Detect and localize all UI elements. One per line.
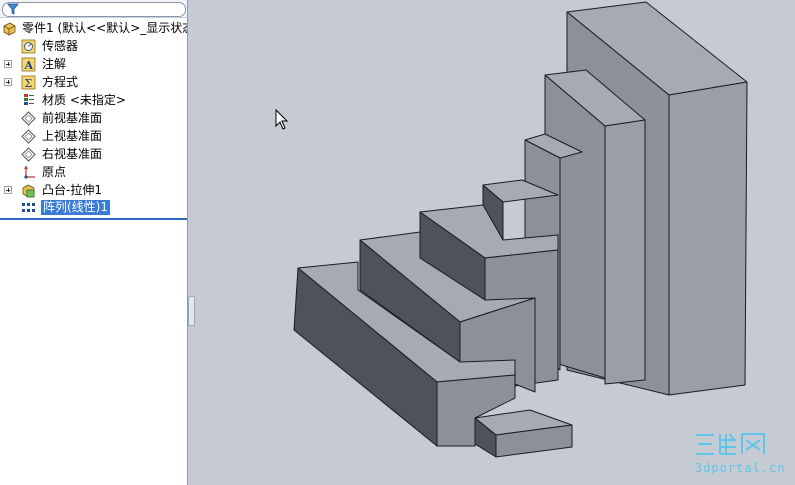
- tree-root-part[interactable]: 零件1 (默认<<默认>_显示状态: [0, 20, 187, 37]
- graphics-viewport[interactable]: [188, 0, 795, 485]
- expand-toggle[interactable]: [4, 78, 12, 86]
- tree-item-top-plane[interactable]: 上视基准面: [0, 128, 187, 145]
- annotation-icon: A: [21, 57, 36, 72]
- plane-icon: [21, 147, 36, 162]
- tree-item-sensors[interactable]: 传感器: [0, 38, 187, 55]
- tree-item-label: 右视基准面: [42, 147, 103, 161]
- tree-item-label: 方程式: [42, 75, 79, 89]
- tree-item-right-plane[interactable]: 右视基准面: [0, 146, 187, 163]
- model-face: [604, 119, 646, 385]
- tree-item-label-selected: 阵列(线性)1: [41, 200, 110, 215]
- tree-item-equations[interactable]: Σ 方程式: [0, 74, 187, 91]
- plane-icon: [21, 111, 36, 126]
- linear-pattern-icon: [22, 203, 35, 212]
- tree-item-label: 上视基准面: [42, 129, 103, 143]
- tree-item-material[interactable]: 材质 <未指定>: [0, 92, 187, 109]
- mouse-cursor-icon: [275, 108, 289, 130]
- extrude-icon: [22, 184, 35, 198]
- watermark-logo: [696, 433, 765, 455]
- tree-item-label: 前视基准面: [42, 111, 103, 125]
- sensor-icon: [21, 39, 36, 54]
- tree-item-annotations[interactable]: A 注解: [0, 56, 187, 73]
- feature-manager-tree: 零件1 (默认<<默认>_显示状态 传感器 A 注解 Σ 方程式 材质 <未指定…: [0, 0, 188, 485]
- tree-item-origin[interactable]: 原点: [0, 164, 187, 181]
- tree-item-label: 传感器: [42, 39, 79, 53]
- filter-icon[interactable]: [7, 3, 19, 15]
- panel-divider[interactable]: [0, 218, 187, 220]
- model-face: [668, 81, 748, 396]
- part-icon: [3, 22, 16, 36]
- tree-item-front-plane[interactable]: 前视基准面: [0, 110, 187, 127]
- tree-item-label: 原点: [42, 165, 67, 179]
- material-icon: [24, 94, 34, 105]
- expand-toggle[interactable]: [4, 60, 12, 68]
- plane-icon: [21, 129, 36, 144]
- tree-item-linear-pattern[interactable]: 阵列(线性)1: [0, 199, 187, 216]
- svg-text:A: A: [24, 59, 34, 72]
- tree-item-label: 材质 <未指定>: [42, 93, 126, 107]
- filter-bar: [0, 0, 187, 18]
- svg-text:Σ: Σ: [25, 77, 33, 90]
- filter-input[interactable]: [2, 2, 186, 17]
- equation-icon: Σ: [21, 75, 36, 90]
- tree-item-boss-extrude[interactable]: 凸台-拉伸1: [0, 182, 187, 199]
- tree-item-label: 凸台-拉伸1: [42, 183, 102, 197]
- watermark-url: 3dportal.cn: [695, 461, 786, 475]
- stepped-part-model: [293, 1, 748, 458]
- origin-icon: [24, 165, 35, 179]
- tree-root-label: 零件1 (默认<<默认>_显示状态: [22, 21, 187, 35]
- tree-item-label: 注解: [42, 57, 67, 71]
- expand-toggle[interactable]: [4, 186, 12, 194]
